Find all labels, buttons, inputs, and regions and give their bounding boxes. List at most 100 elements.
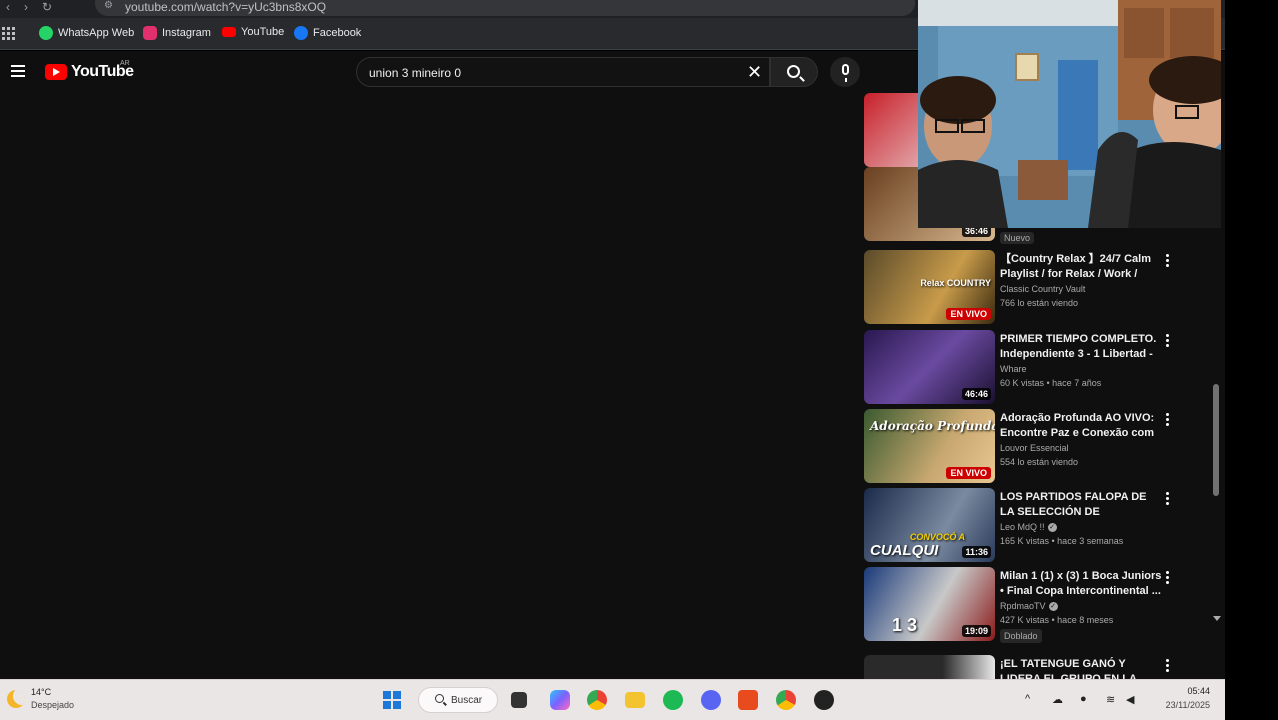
dts-icon[interactable] — [738, 690, 758, 710]
video-title[interactable]: ¡EL TATENGUE GANÓ Y LIDERA EL GRUPO EN L… — [1000, 657, 1162, 679]
dubbed-badge: Doblado — [1000, 629, 1042, 643]
search-label: Buscar — [451, 695, 483, 706]
bookmark-facebook[interactable]: Facebook — [294, 26, 361, 40]
search-input[interactable]: union 3 mineiro 0 — [369, 66, 461, 80]
chrome-profile-icon[interactable] — [776, 690, 796, 710]
youtube-icon — [222, 27, 236, 37]
search-button[interactable] — [770, 57, 818, 87]
video-title[interactable]: 【Country Relax 】24/7 Calm Playlist / for… — [1000, 252, 1162, 282]
list-item[interactable]: ¡EL TATENGUE GANÓ Y LIDERA EL GRUPO EN L… — [864, 655, 1219, 679]
weather-temp: 14°C — [31, 687, 52, 697]
more-options-icon[interactable] — [1166, 571, 1170, 585]
spotify-icon[interactable] — [663, 690, 683, 710]
video-title[interactable]: LOS PARTIDOS FALOPA DE LA SELECCIÓN DE M… — [1000, 490, 1162, 520]
channel-name[interactable]: Leo MdQ !! — [1000, 522, 1045, 532]
bookmark-youtube[interactable]: YouTube — [222, 26, 284, 38]
bookmark-label: Instagram — [162, 27, 211, 39]
bookmark-whatsapp[interactable]: WhatsApp Web — [39, 26, 134, 40]
file-explorer-icon[interactable] — [625, 692, 645, 708]
more-options-icon[interactable] — [1166, 492, 1170, 506]
obs-icon[interactable] — [814, 690, 834, 710]
discord-icon[interactable] — [701, 690, 721, 710]
whatsapp-icon — [39, 26, 53, 40]
video-thumbnail[interactable]: 46:46 — [864, 330, 995, 404]
clock-time: 05:44 — [1187, 686, 1210, 696]
facebook-icon — [294, 26, 308, 40]
site-info-icon[interactable]: ⚙ — [104, 0, 118, 11]
search-icon — [787, 65, 800, 78]
thumbnail-overlay-text: Relax COUNTRY — [920, 278, 991, 288]
clear-search-icon[interactable]: ✕ — [747, 62, 762, 82]
youtube-logo[interactable]: YouTube AR — [45, 60, 134, 81]
microphone-icon — [842, 64, 849, 82]
video-title[interactable]: PRIMER TIEMPO COMPLETO. Independiente 3 … — [1000, 332, 1162, 362]
video-stats: 554 lo están viendo — [1000, 457, 1079, 467]
url-field[interactable]: ⚙ youtube.com/watch?v=yUc3bns8xOQ — [95, 0, 915, 16]
apps-grid-icon[interactable] — [2, 27, 15, 40]
thumbnail-overlay-text: CUALQUI — [870, 542, 939, 559]
video-title[interactable]: Adoração Profunda AO VIVO: Encontre Paz … — [1000, 411, 1162, 441]
live-badge: EN VIVO — [946, 308, 991, 320]
moon-icon — [7, 690, 25, 708]
bookmark-label: Facebook — [313, 27, 362, 39]
chevron-up-icon[interactable]: ^ — [1025, 693, 1030, 705]
video-stats: 766 lo están viendo — [1000, 298, 1079, 308]
list-item[interactable]: 1 3 19:09 Milan 1 (1) x (3) 1 Boca Junio… — [864, 567, 1219, 643]
chrome-icon[interactable] — [587, 690, 607, 710]
channel-name[interactable]: RpdmaoTV — [1000, 601, 1046, 611]
list-item[interactable]: 46:46 PRIMER TIEMPO COMPLETO. Independie… — [864, 330, 1219, 404]
video-thumbnail[interactable]: Adoração Profunda EN VIVO — [864, 409, 995, 483]
voice-search-button[interactable] — [830, 57, 860, 87]
screen-edge — [1225, 0, 1278, 720]
video-thumbnail[interactable]: Relax COUNTRY EN VIVO — [864, 250, 995, 324]
clock-date: 23/11/2025 — [1165, 700, 1210, 710]
url-text[interactable]: youtube.com/watch?v=yUc3bns8xOQ — [125, 0, 326, 14]
verified-icon: ✓ — [1048, 601, 1058, 611]
list-item[interactable]: CONVOCÓ A CUALQUI 11:36 LOS PARTIDOS FAL… — [864, 488, 1219, 562]
video-player[interactable] — [0, 93, 860, 679]
scoreboard-text: 1 3 — [892, 615, 918, 635]
taskbar-search[interactable]: Buscar — [418, 687, 498, 713]
onedrive-icon[interactable]: ☁ — [1052, 693, 1063, 706]
channel-name[interactable]: Louvor Essencial — [1000, 443, 1069, 453]
scrollbar-thumb[interactable] — [1213, 384, 1219, 496]
more-options-icon[interactable] — [1166, 334, 1170, 348]
video-duration: 11:36 — [962, 546, 991, 558]
video-thumbnail[interactable]: CONVOCÓ A CUALQUI 11:36 — [864, 488, 995, 562]
thumbnail-overlay-text: CONVOCÓ A — [909, 532, 965, 542]
bookmark-label: WhatsApp Web — [58, 27, 135, 39]
volume-icon[interactable]: ◀ — [1126, 693, 1134, 706]
copilot-icon[interactable] — [550, 690, 570, 710]
more-options-icon[interactable] — [1166, 254, 1170, 268]
windows-start-icon[interactable] — [383, 691, 401, 709]
new-badge: Nuevo — [1000, 232, 1035, 244]
channel-name[interactable]: Whare — [1000, 364, 1027, 374]
more-options-icon[interactable] — [1166, 413, 1170, 427]
bookmark-instagram[interactable]: Instagram — [143, 26, 211, 40]
video-duration: 46:46 — [961, 388, 991, 400]
video-title[interactable]: Milan 1 (1) x (3) 1 Boca Juniors • Final… — [1000, 569, 1162, 599]
more-options-icon[interactable] — [1166, 659, 1170, 673]
nav-buttons[interactable]: ‹›↻ — [6, 0, 66, 14]
search-icon — [435, 694, 444, 703]
list-item[interactable]: Relax COUNTRY EN VIVO 【Country Relax 】24… — [864, 250, 1219, 324]
video-thumbnail[interactable] — [864, 655, 995, 679]
weather-widget[interactable]: 14°C Despejado — [7, 687, 74, 710]
thumbnail-overlay-text: Adoração Profunda — [870, 419, 995, 433]
search-box[interactable]: union 3 mineiro 0 ✕ — [356, 57, 770, 87]
bookmark-label: YouTube — [241, 26, 285, 38]
list-item[interactable]: Adoração Profunda EN VIVO Adoração Profu… — [864, 409, 1219, 483]
wifi-icon[interactable]: ≋ — [1106, 693, 1115, 706]
task-view-icon[interactable] — [511, 692, 527, 708]
youtube-header: YouTube AR union 3 mineiro 0 ✕ — [0, 51, 918, 93]
channel-name[interactable]: Classic Country Vault — [1000, 284, 1085, 294]
hamburger-menu-icon[interactable] — [11, 65, 25, 77]
system-clock[interactable]: 05:44 23/11/2025 — [1150, 686, 1210, 710]
scroll-down-arrow-icon[interactable] — [1213, 616, 1221, 621]
video-stats: 427 K vistas • hace 8 meses — [1000, 615, 1114, 625]
windows-taskbar: 14°C Despejado Buscar ^ ☁ ● ≋ ◀ 05:44 23… — [0, 679, 1225, 720]
instagram-icon — [143, 26, 157, 40]
video-duration: 19:09 — [961, 625, 991, 637]
video-thumbnail[interactable]: 1 3 19:09 — [864, 567, 995, 641]
microphone-icon[interactable]: ● — [1080, 693, 1087, 705]
